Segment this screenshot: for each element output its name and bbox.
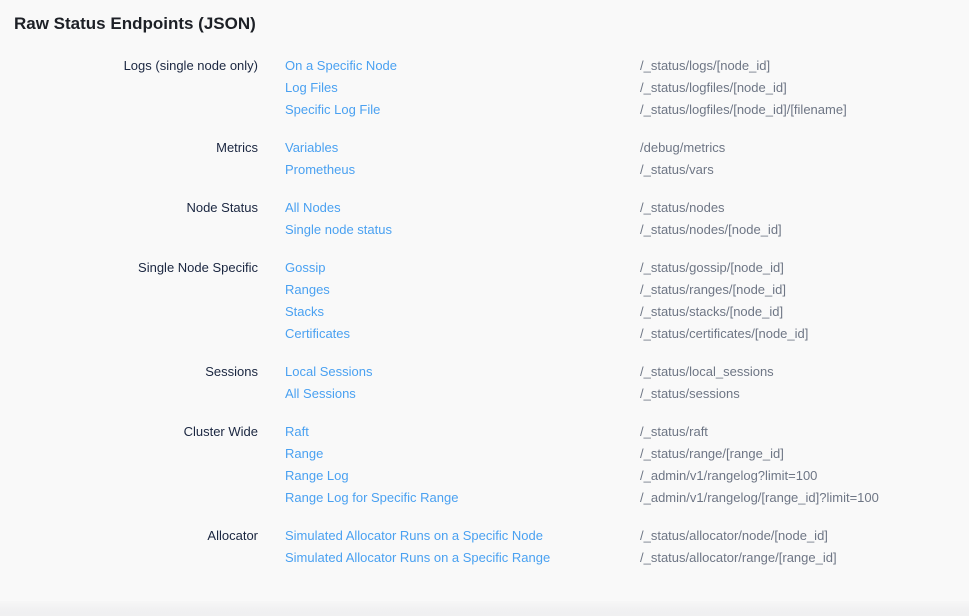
endpoint-path: /_status/local_sessions [640,361,969,383]
endpoint-link[interactable]: Simulated Allocator Runs on a Specific R… [258,547,640,569]
endpoint-link[interactable]: Gossip [258,257,640,279]
endpoint-path: /_status/range/[range_id] [640,443,969,465]
endpoint-link[interactable]: All Sessions [258,383,640,405]
category-label: Sessions [0,361,258,383]
endpoint-path: /_status/sessions [640,383,969,405]
endpoint-path: /_status/stacks/[node_id] [640,301,969,323]
endpoint-path: /_status/ranges/[node_id] [640,279,969,301]
endpoint-path: /_status/logfiles/[node_id]/[filename] [640,99,969,121]
endpoint-path: /_status/allocator/range/[range_id] [640,547,969,569]
endpoint-section: Node StatusAll Nodes/_status/nodesSingle… [0,197,969,241]
endpoint-link[interactable]: All Nodes [258,197,640,219]
endpoint-link[interactable]: Prometheus [258,159,640,181]
endpoint-section: MetricsVariables/debug/metricsPrometheus… [0,137,969,181]
endpoint-link[interactable]: Log Files [258,77,640,99]
page-title: Raw Status Endpoints (JSON) [14,13,969,35]
endpoint-path: /_status/logs/[node_id] [640,55,969,77]
endpoint-path: /_admin/v1/rangelog/[range_id]?limit=100 [640,487,969,509]
endpoint-section: Logs (single node only)On a Specific Nod… [0,55,969,121]
endpoint-path: /_status/raft [640,421,969,443]
endpoint-link[interactable]: Certificates [258,323,640,345]
endpoint-link[interactable]: Variables [258,137,640,159]
endpoint-link[interactable]: On a Specific Node [258,55,640,77]
endpoint-path: /_admin/v1/rangelog?limit=100 [640,465,969,487]
endpoint-sections: Logs (single node only)On a Specific Nod… [0,55,969,569]
endpoint-link[interactable]: Ranges [258,279,640,301]
category-label: Allocator [0,525,258,547]
footer-strip [0,601,969,616]
endpoint-path: /_status/certificates/[node_id] [640,323,969,345]
endpoint-link[interactable]: Local Sessions [258,361,640,383]
endpoint-path: /_status/nodes/[node_id] [640,219,969,241]
endpoint-path: /debug/metrics [640,137,969,159]
endpoint-section: AllocatorSimulated Allocator Runs on a S… [0,525,969,569]
endpoint-path: /_status/allocator/node/[node_id] [640,525,969,547]
endpoint-link[interactable]: Specific Log File [258,99,640,121]
endpoint-section: Cluster WideRaft/_status/raftRange/_stat… [0,421,969,509]
endpoint-path: /_status/vars [640,159,969,181]
category-label: Cluster Wide [0,421,258,443]
endpoint-path: /_status/gossip/[node_id] [640,257,969,279]
endpoint-link[interactable]: Raft [258,421,640,443]
endpoint-link[interactable]: Range Log for Specific Range [258,487,640,509]
endpoint-link[interactable]: Single node status [258,219,640,241]
endpoint-section: SessionsLocal Sessions/_status/local_ses… [0,361,969,405]
category-label: Single Node Specific [0,257,258,279]
endpoint-link[interactable]: Simulated Allocator Runs on a Specific N… [258,525,640,547]
endpoint-section: Single Node SpecificGossip/_status/gossi… [0,257,969,345]
category-label: Node Status [0,197,258,219]
category-label: Metrics [0,137,258,159]
endpoint-path: /_status/logfiles/[node_id] [640,77,969,99]
category-label: Logs (single node only) [0,55,258,77]
endpoint-path: /_status/nodes [640,197,969,219]
endpoint-link[interactable]: Range Log [258,465,640,487]
endpoint-link[interactable]: Stacks [258,301,640,323]
endpoint-link[interactable]: Range [258,443,640,465]
